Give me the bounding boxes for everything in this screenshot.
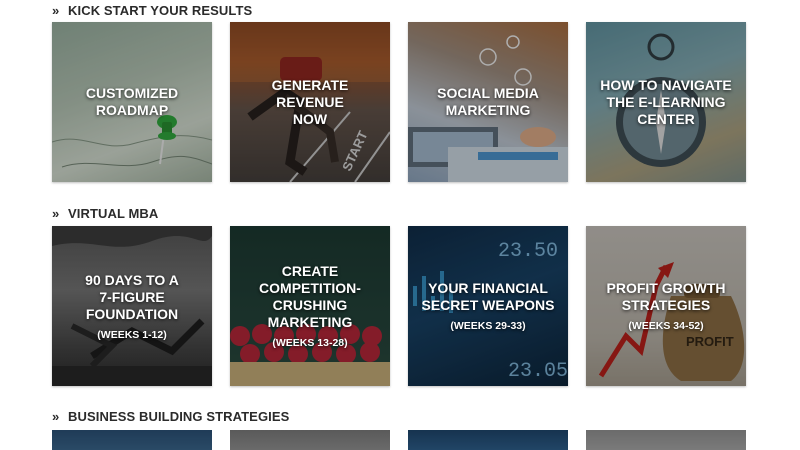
card-title: CREATE COMPETITION- CRUSHING MARKETING xyxy=(259,263,361,330)
card-customized-roadmap[interactable]: CUSTOMIZED ROADMAP xyxy=(52,22,212,182)
card-title: 90 DAYS TO A 7-FIGURE FOUNDATION xyxy=(85,271,179,322)
section-heading-label: VIRTUAL MBA xyxy=(68,205,159,221)
card-title: GENERATE REVENUE NOW xyxy=(271,76,349,127)
section-heading-kick-start: » KICK START YOUR RESULTS xyxy=(52,2,252,18)
card-text: CREATE COMPETITION- CRUSHING MARKETING (… xyxy=(236,226,384,386)
card-subtitle: (WEEKS 29-33) xyxy=(450,320,526,332)
card-partial-2[interactable] xyxy=(230,430,390,450)
card-text: GENERATE REVENUE NOW xyxy=(236,22,384,182)
card-text: SOCIAL MEDIA MARKETING xyxy=(414,22,562,182)
card-subtitle: (WEEKS 34-52) xyxy=(628,320,704,332)
section-heading-business-building: » BUSINESS BUILDING STRATEGIES xyxy=(52,408,289,424)
card-title: CUSTOMIZED ROADMAP xyxy=(85,85,179,118)
card-financial-secret-weapons[interactable]: 23.50 23.050 YOUR FINANCIAL SECRET WEAPO… xyxy=(408,226,568,386)
card-title: SOCIAL MEDIA MARKETING xyxy=(437,85,539,118)
card-title: HOW TO NAVIGATE THE E-LEARNING CENTER xyxy=(600,76,732,127)
card-partial-4[interactable] xyxy=(586,430,746,450)
card-title: PROFIT GROWTH STRATEGIES xyxy=(606,280,726,313)
section-heading-label: BUSINESS BUILDING STRATEGIES xyxy=(68,408,290,424)
card-subtitle: (WEEKS 1-12) xyxy=(97,328,167,341)
section-heading-label: KICK START YOUR RESULTS xyxy=(68,2,253,18)
card-subtitle: (WEEKS 13-28) xyxy=(272,337,348,349)
double-chevron-right-icon: » xyxy=(52,408,60,424)
double-chevron-right-icon: » xyxy=(52,2,60,18)
card-90-days-foundation[interactable]: 90 DAYS TO A 7-FIGURE FOUNDATION (WEEKS … xyxy=(52,226,212,386)
card-competition-crushing-marketing[interactable]: CREATE COMPETITION- CRUSHING MARKETING (… xyxy=(230,226,390,386)
card-partial-1[interactable] xyxy=(52,430,212,450)
card-navigate-elearning[interactable]: HOW TO NAVIGATE THE E-LEARNING CENTER xyxy=(586,22,746,182)
section-heading-virtual-mba: » VIRTUAL MBA xyxy=(52,205,158,221)
card-profit-growth[interactable]: PROFIT PROFIT GROWTH STRATEGIES (WEEKS 3… xyxy=(586,226,746,386)
card-text: HOW TO NAVIGATE THE E-LEARNING CENTER xyxy=(592,22,740,182)
card-partial-3[interactable] xyxy=(408,430,568,450)
card-title: YOUR FINANCIAL SECRET WEAPONS xyxy=(421,280,555,313)
card-generate-revenue[interactable]: START GENERATE REVENUE NOW xyxy=(230,22,390,182)
card-text: PROFIT GROWTH STRATEGIES (WEEKS 34-52) xyxy=(592,226,740,386)
card-text: 90 DAYS TO A 7-FIGURE FOUNDATION (WEEKS … xyxy=(58,226,206,386)
card-text: CUSTOMIZED ROADMAP xyxy=(58,22,206,182)
card-text: YOUR FINANCIAL SECRET WEAPONS (WEEKS 29-… xyxy=(414,226,562,386)
double-chevron-right-icon: » xyxy=(52,205,60,221)
card-social-media-marketing[interactable]: SOCIAL MEDIA MARKETING xyxy=(408,22,568,182)
